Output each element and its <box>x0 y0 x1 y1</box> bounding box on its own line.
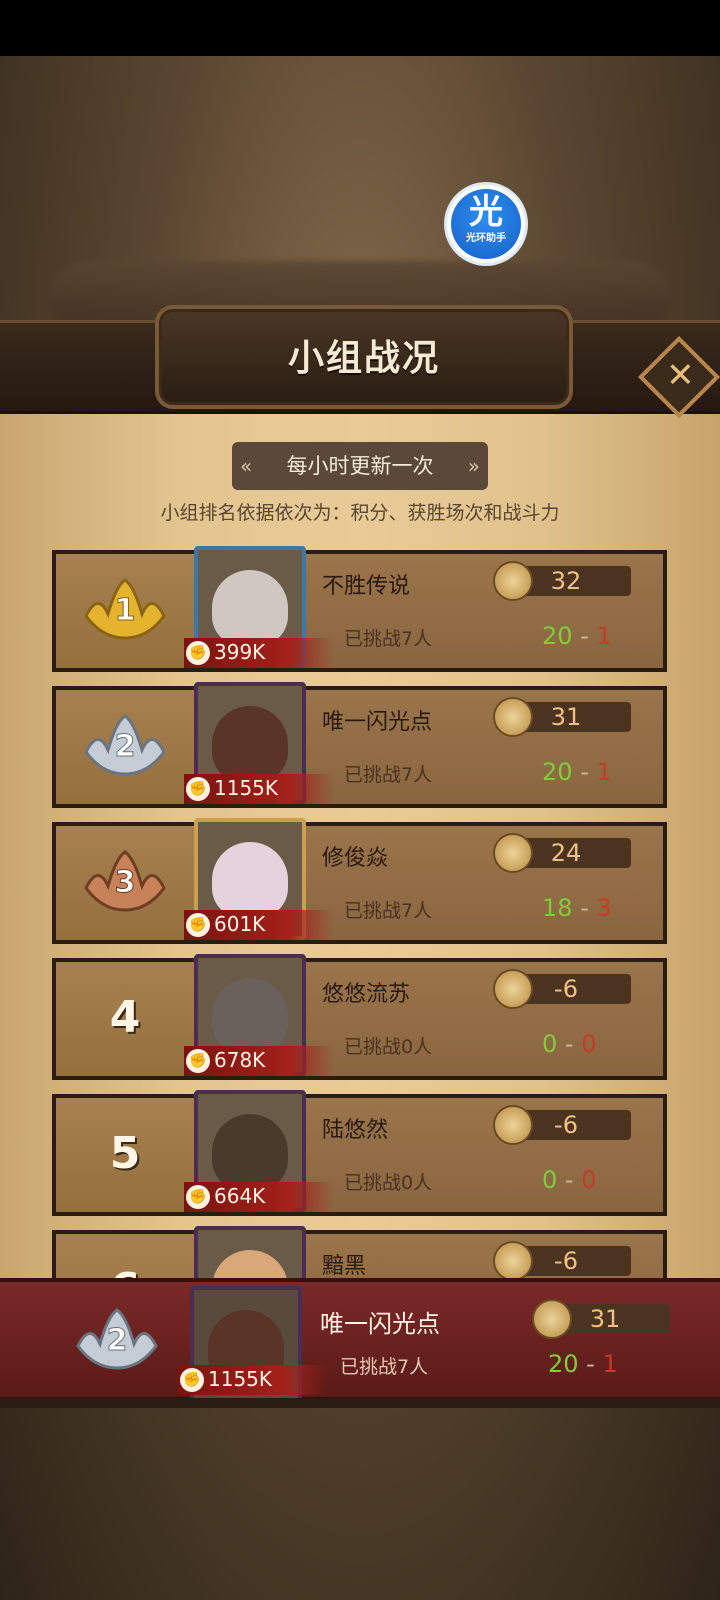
chevron-right-icon: » <box>467 454 480 478</box>
player-name: 不胜传说 <box>322 574 411 599</box>
self-challenged-count: 已挑战7人 <box>340 1356 429 1378</box>
player-name: 悠悠流苏 <box>322 982 411 1007</box>
rank-number: 3 <box>115 865 136 900</box>
rank-area: 3 <box>56 826 194 940</box>
rank-area: 4 <box>56 962 194 1076</box>
challenged-count: 已挑战0人 <box>344 1036 433 1058</box>
rank-area: 5 <box>56 1098 194 1212</box>
win-loss-record: 20 - 1 <box>542 758 612 786</box>
silver-medal-icon: 2 <box>84 714 166 776</box>
rank-number: 2 <box>115 729 136 764</box>
silver-medal-icon: 2 <box>76 1308 158 1370</box>
rank-number: 1 <box>115 593 136 628</box>
win-loss-record: 0 - 0 <box>542 1030 597 1058</box>
bronze-medal-icon: 3 <box>84 850 166 912</box>
self-win-loss: 20 - 1 <box>548 1350 618 1378</box>
player-name: 陆悠然 <box>322 1118 389 1143</box>
player-name: 唯一闪光点 <box>322 710 433 735</box>
self-ranking-row[interactable]: 2 ✊ 1155K 唯一闪光点 已挑战7人 31 20 - 1 <box>0 1278 720 1408</box>
challenged-count: 已挑战7人 <box>344 900 433 922</box>
combat-power: ✊ 678K <box>184 1046 334 1076</box>
rank-number: 5 <box>109 1128 141 1179</box>
badge-label: 光环助手 <box>466 233 506 244</box>
fist-icon: ✊ <box>186 1185 210 1209</box>
combat-power: ✊ 664K <box>184 1182 334 1212</box>
ranking-row[interactable]: 2 ✊ 1155K 唯一闪光点 已挑战7人 31 20 - 1 <box>52 682 667 808</box>
score: 31 <box>493 697 631 737</box>
rank-area: 1 <box>56 554 194 668</box>
combat-power: ✊ 1155K <box>184 774 334 804</box>
update-frequency-pill: « 每小时更新一次 » <box>232 442 488 490</box>
ranking-row[interactable]: 4 ✊ 678K 悠悠流苏 已挑战0人 -6 0 - 0 <box>52 954 667 1080</box>
ranking-row[interactable]: 1 ✊ 399K 不胜传说 已挑战7人 32 20 - 1 <box>52 546 667 672</box>
chevron-left-icon: « <box>240 454 253 478</box>
ranking-row[interactable]: 5 ✊ 664K 陆悠然 已挑战0人 -6 0 - 0 <box>52 1090 667 1216</box>
overlay-assistant-badge[interactable]: 光 光环助手 <box>447 185 525 263</box>
fist-icon: ✊ <box>186 913 210 937</box>
fist-icon: ✊ <box>180 1368 204 1392</box>
combat-power: ✊ 601K <box>184 910 334 940</box>
rank-area: 2 <box>56 690 194 804</box>
self-combat-power: ✊ 1155K <box>178 1365 328 1395</box>
challenged-count: 已挑战7人 <box>344 764 433 786</box>
self-score: 31 <box>532 1299 670 1339</box>
player-name: 修俊焱 <box>322 846 389 871</box>
bottom-frame <box>0 1398 720 1408</box>
combat-power: ✊ 399K <box>184 638 334 668</box>
score: 32 <box>493 561 631 601</box>
gold-medal-icon: 1 <box>84 578 166 640</box>
score: -6 <box>493 969 631 1009</box>
score: -6 <box>493 1241 631 1281</box>
challenged-count: 已挑战0人 <box>344 1172 433 1194</box>
ranking-rule-text: 小组排名依据依次为：积分、获胜场次和战斗力 <box>160 502 560 524</box>
fist-icon: ✊ <box>186 777 210 801</box>
update-note: 每小时更新一次 <box>286 454 434 478</box>
fist-icon: ✊ <box>186 641 210 665</box>
win-loss-record: 0 - 0 <box>542 1166 597 1194</box>
close-icon: ✕ <box>666 355 695 396</box>
self-rank-number: 2 <box>107 1323 128 1358</box>
rank-number: 4 <box>109 992 141 1043</box>
player-name: 黯黑 <box>322 1254 367 1279</box>
self-player-name: 唯一闪光点 <box>320 1310 440 1338</box>
challenged-count: 已挑战7人 <box>344 628 433 650</box>
win-loss-record: 20 - 1 <box>542 622 612 650</box>
win-loss-record: 18 - 3 <box>542 894 612 922</box>
ranking-row[interactable]: 3 ✊ 601K 修俊焱 已挑战7人 24 18 - 3 <box>52 818 667 944</box>
page-title: 小组战况 <box>287 338 440 379</box>
title-plate: 小组战况 <box>155 305 573 409</box>
score: -6 <box>493 1105 631 1145</box>
score: 24 <box>493 833 631 873</box>
fist-icon: ✊ <box>186 1049 210 1073</box>
